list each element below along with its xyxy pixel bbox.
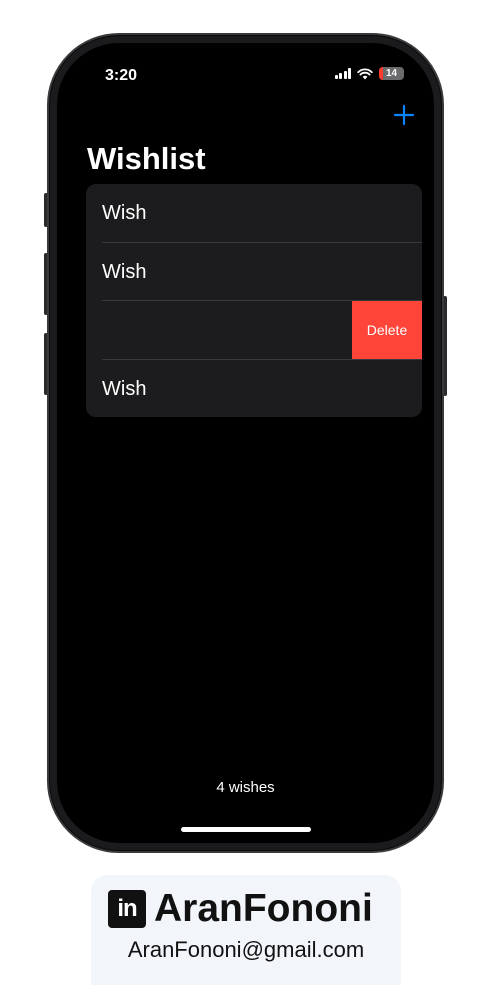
linkedin-icon: in (108, 890, 146, 928)
list-item-label: Wish (102, 201, 147, 224)
home-indicator[interactable] (181, 827, 311, 832)
wifi-icon (357, 67, 373, 80)
branding-card: in AranFononi AranFononi@gmail.com (91, 875, 401, 985)
list-item-swiped[interactable]: Delete (86, 301, 422, 359)
battery-icon: 14 (379, 67, 404, 80)
brand-name: AranFononi (154, 887, 373, 930)
list-item[interactable]: Wish (86, 184, 422, 242)
brand-email: AranFononi@gmail.com (127, 937, 365, 962)
phone-screen: 3:20 14 Wishlist Wish Wish Delete Wish 4… (57, 43, 434, 843)
list-item-label: Wish (102, 377, 147, 400)
list-item[interactable]: Wish (86, 360, 422, 417)
list-item-label: Wish (102, 260, 147, 283)
status-icons: 14 (334, 67, 404, 80)
battery-level: 14 (385, 68, 398, 79)
branding-line: in AranFononi (108, 887, 373, 931)
add-wish-button[interactable] (392, 103, 416, 127)
wish-count: 4 wishes (216, 779, 275, 796)
delete-button[interactable]: Delete (352, 301, 422, 359)
page-title: Wishlist (87, 141, 206, 176)
status-time: 3:20 (105, 67, 138, 84)
phone-frame: 3:20 14 Wishlist Wish Wish Delete Wish 4… (47, 33, 444, 853)
wish-list: Wish Wish Delete Wish (86, 184, 422, 417)
list-item[interactable]: Wish (86, 243, 422, 301)
cellular-signal-icon (334, 68, 351, 79)
plus-icon (393, 104, 415, 126)
